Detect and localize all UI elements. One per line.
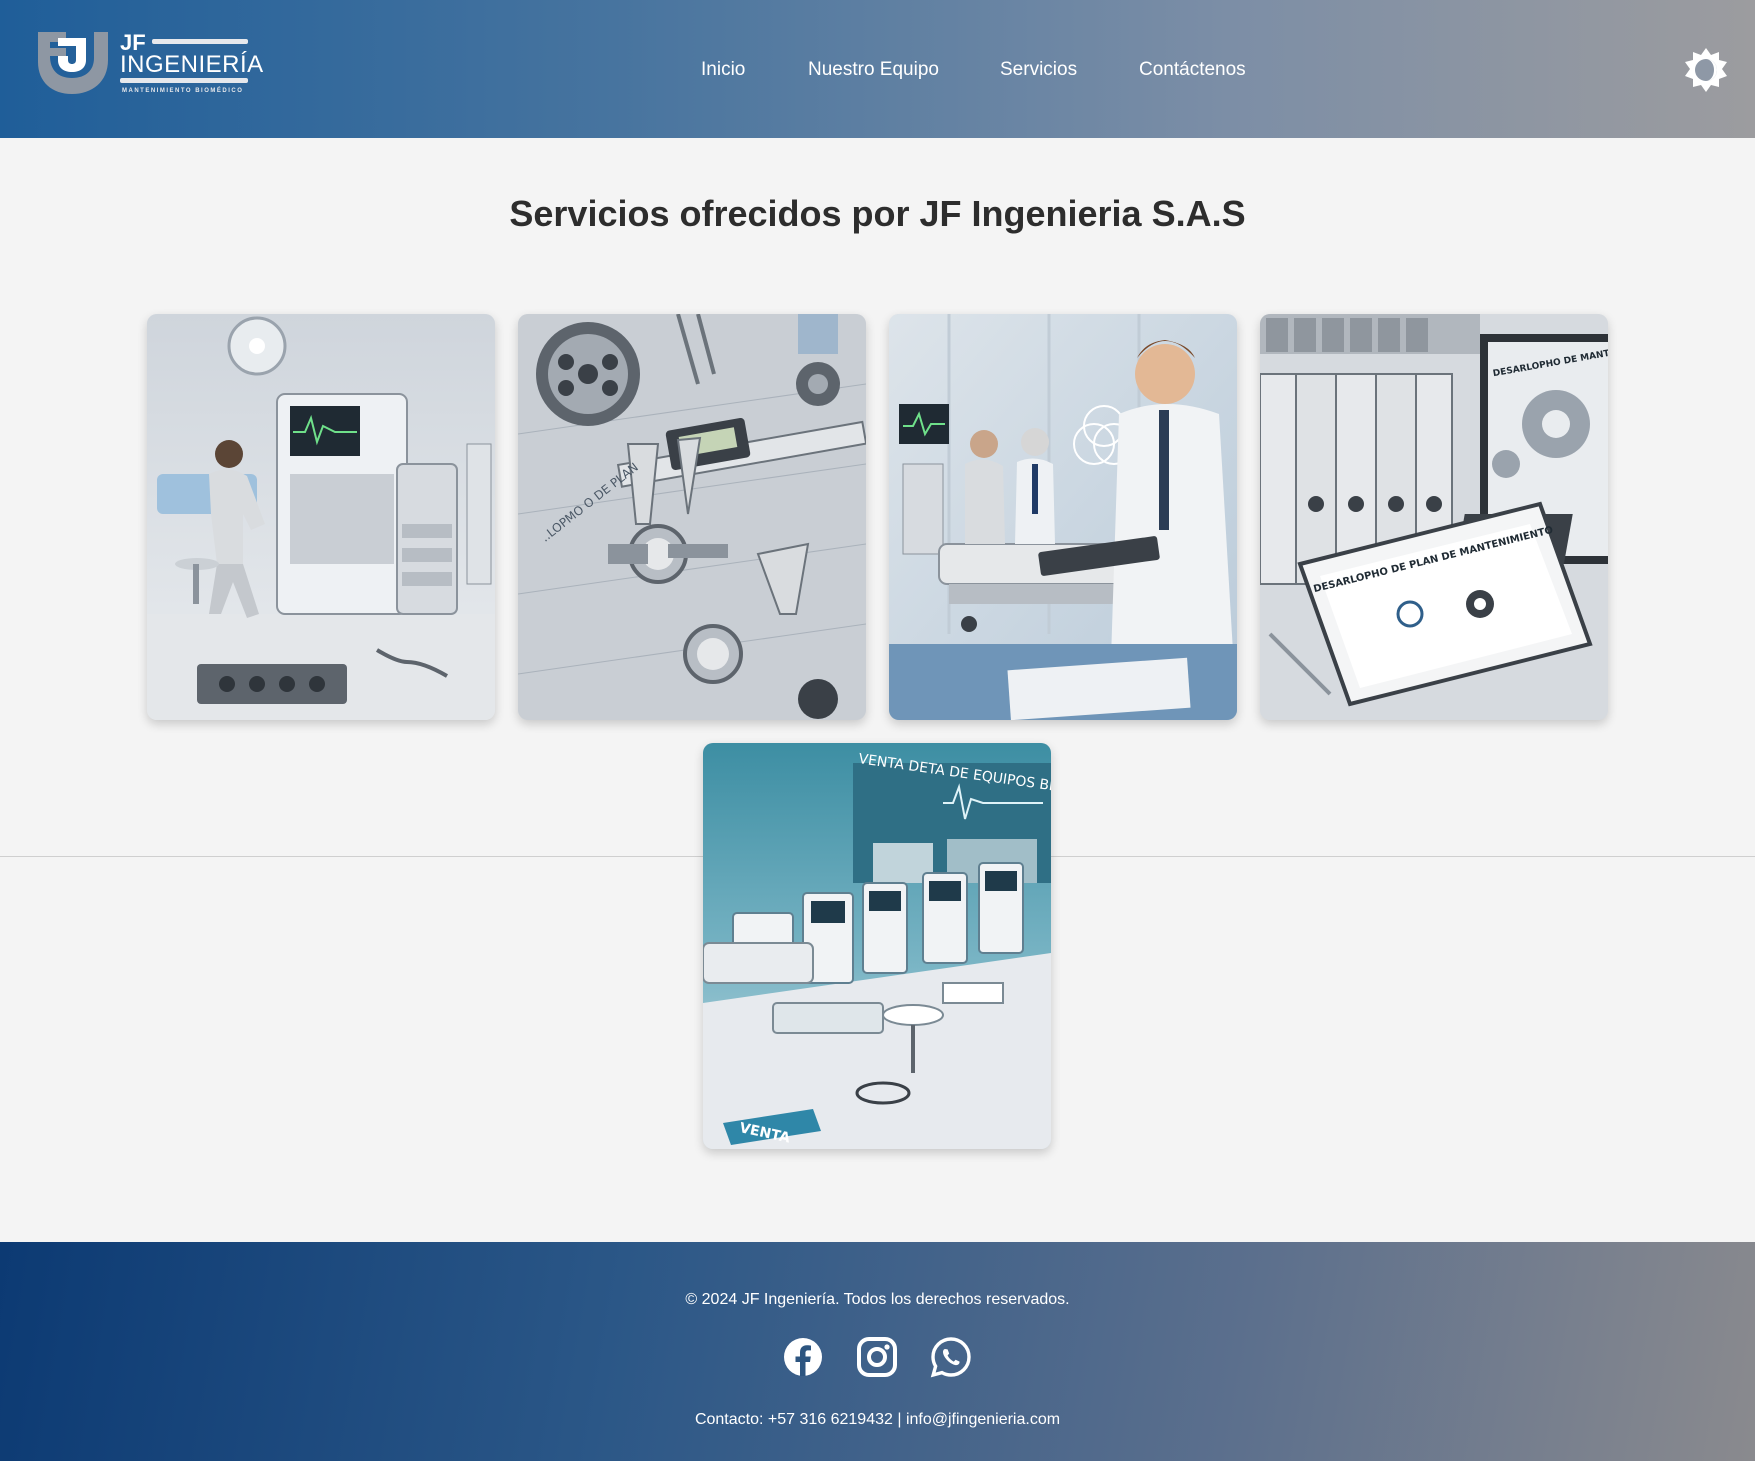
calipers-tools-illustration: ..LOPMO O DE PLAN <box>518 314 866 720</box>
logo-bar <box>152 39 248 44</box>
maintenance-plan-binders-illustration: DESARLOPHO DE MANTI E INPLEENTATCON DOCU… <box>1260 314 1608 720</box>
whatsapp-icon[interactable] <box>930 1336 972 1378</box>
site-footer: © 2024 JF Ingeniería. Todos los derechos… <box>0 1242 1755 1461</box>
service-card-metrologia[interactable]: ..LOPMO O DE PLAN <box>518 314 866 720</box>
instagram-icon[interactable] <box>856 1336 898 1378</box>
footer-copyright: © 2024 JF Ingeniería. Todos los derechos… <box>685 1291 1070 1308</box>
service-card-venta-equipos[interactable]: VENTA DETA DE EQUIPOS BIOMEDIODIDA VENTA <box>703 743 1051 1149</box>
main-nav: Inicio Nuestro Equipo Servicios Contácte… <box>0 56 1755 84</box>
brand-tagline: MANTENIMIENTO BIOMÉDICO <box>122 88 244 94</box>
sun-moon-icon[interactable] <box>1682 46 1730 94</box>
nav-item-inicio[interactable]: Inicio <box>701 56 745 84</box>
facebook-icon[interactable] <box>782 1336 824 1378</box>
page-title: Servicios ofrecidos por JF Ingenieria S.… <box>509 193 1246 234</box>
service-card-mantenimiento[interactable] <box>147 314 495 720</box>
nav-item-contactenos[interactable]: Contáctenos <box>1139 56 1246 84</box>
equipment-sales-showroom-illustration: VENTA DETA DE EQUIPOS BIOMEDIODIDA VENTA <box>703 743 1051 1149</box>
site-header: JF INGENIERÍA MANTENIMIENTO BIOMÉDICO In… <box>0 0 1755 138</box>
doctor-clipboard-illustration <box>889 314 1237 720</box>
footer-contact: Contacto: +57 316 6219432 | info@jfingen… <box>694 1411 1061 1428</box>
nav-item-servicios[interactable]: Servicios <box>1000 56 1077 84</box>
service-card-plan-mantenimiento[interactable]: DESARLOPHO DE MANTI E INPLEENTATCON DOCU… <box>1260 314 1608 720</box>
nav-item-nuestro-equipo[interactable]: Nuestro Equipo <box>808 56 939 84</box>
biomedical-technician-illustration <box>147 314 495 720</box>
service-card-asesoria[interactable] <box>889 314 1237 720</box>
